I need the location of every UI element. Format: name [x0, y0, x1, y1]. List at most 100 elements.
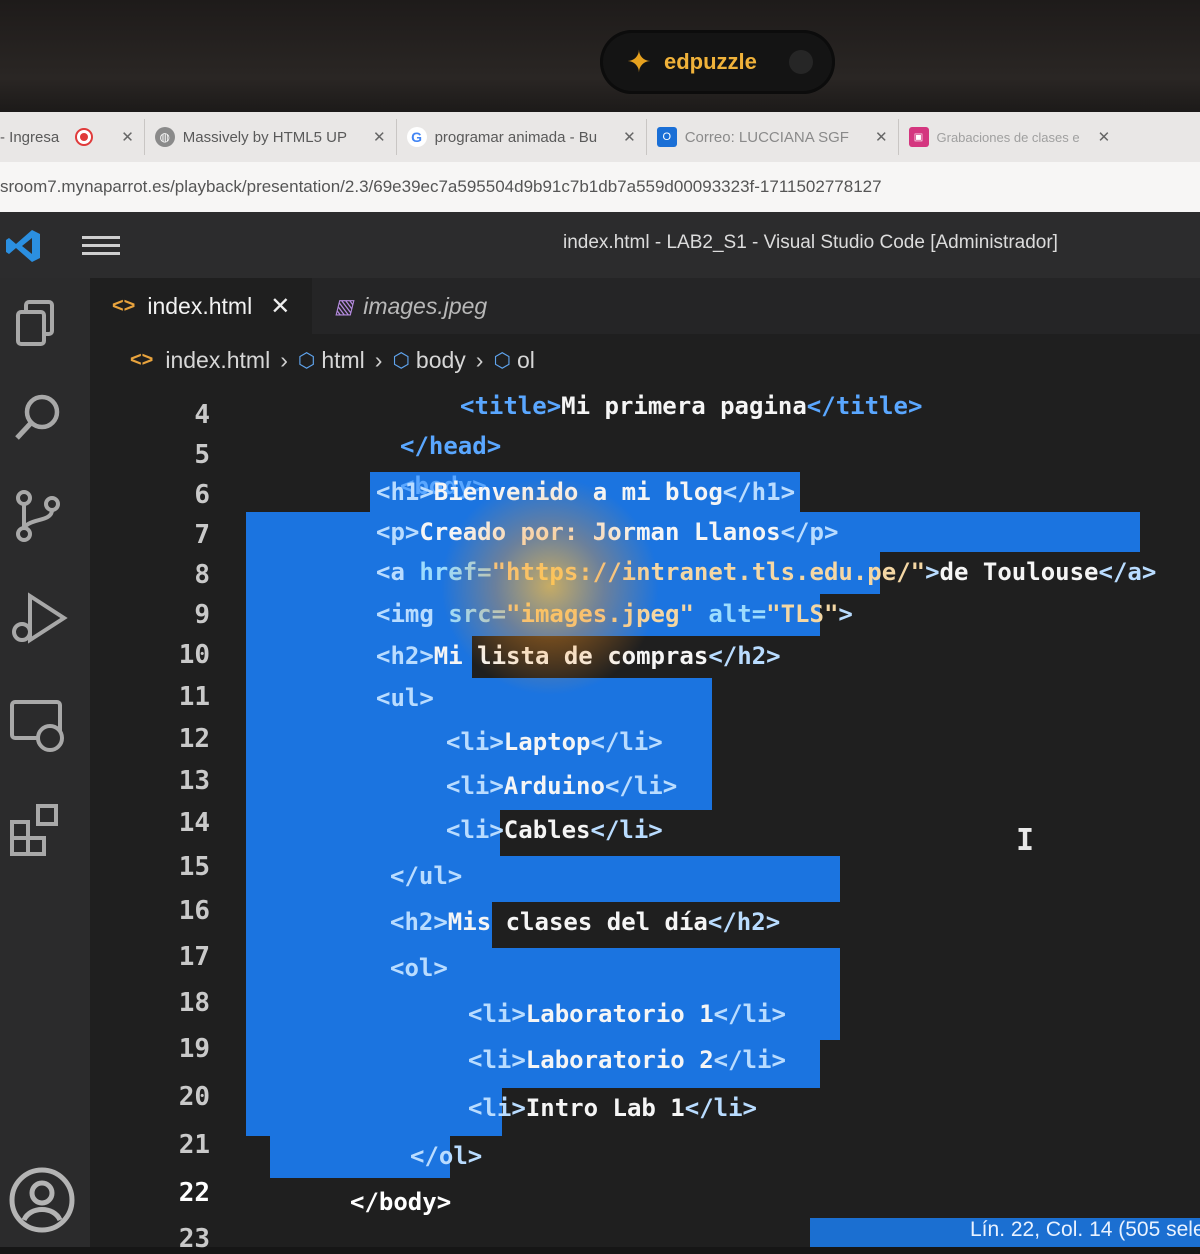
address-bar[interactable]: sroom7.mynaparrot.es/playback/presentati…	[0, 162, 1200, 212]
code-token: </h2>	[707, 908, 781, 936]
element-cube-icon: ⬡	[493, 349, 511, 372]
line-number: 6	[194, 480, 210, 510]
close-icon[interactable]: ✕	[121, 128, 134, 146]
code-token: Laboratorio 2	[525, 1046, 714, 1074]
html-file-icon: <>	[130, 348, 154, 371]
window-title: index.html - LAB2_S1 - Visual Studio Cod…	[563, 232, 1058, 253]
line-number: 17	[178, 942, 210, 972]
code-token: Arduino	[503, 772, 605, 800]
line-number-gutter: 4 5 6 7 8 9 10 11 12 13 14 15 16 17 18 1…	[90, 386, 230, 1254]
vscode-logo-icon	[4, 228, 42, 264]
line-number: 9	[194, 600, 210, 630]
selection-highlight	[246, 678, 712, 722]
image-file-icon: ▧	[334, 295, 354, 318]
mouse-ibeam-cursor-icon: I	[1016, 823, 1035, 858]
code-token: </h1>	[722, 478, 796, 506]
line-number: 13	[178, 766, 210, 796]
close-icon[interactable]: ✕	[623, 128, 636, 146]
browser-tab[interactable]: G programar animada - Bu ✕	[397, 119, 647, 155]
line-number: 4	[194, 400, 210, 430]
breadcrumb-item[interactable]: body	[416, 347, 466, 374]
line-number: 18	[178, 988, 210, 1018]
editor-tab-label: images.jpeg	[363, 292, 488, 319]
line-number: 19	[178, 1034, 210, 1064]
hamburger-menu-icon[interactable]	[82, 236, 120, 258]
browser-tab[interactable]: O Correo: LUCCIANA SGF ✕	[647, 119, 899, 155]
code-token: <li>	[446, 772, 504, 800]
code-editor[interactable]: <title>Mi primera pagina</title> </head>…	[240, 386, 1200, 1247]
browser-tab-label: Correo: LUCCIANA SGF	[684, 128, 849, 146]
code-token: </title>	[806, 392, 923, 420]
code-token: "TLS"	[766, 600, 839, 628]
code-token: Intro Lab 1	[525, 1094, 685, 1122]
breadcrumb: <> index.html › ⬡ html › ⬡ body › ⬡ ol	[130, 340, 535, 380]
line-number: 12	[178, 724, 210, 754]
line-number: 20	[178, 1082, 210, 1112]
edpuzzle-label: edpuzzle	[664, 49, 757, 74]
editor-tab-images[interactable]: ▧ images.jpeg	[312, 278, 509, 334]
breadcrumb-item[interactable]: ol	[517, 347, 535, 374]
remote-explorer-icon[interactable]	[8, 696, 68, 756]
extensions-icon[interactable]	[8, 800, 68, 860]
element-cube-icon: ⬡	[392, 349, 410, 372]
code-line-19: <li>Laboratorio 1</li>	[468, 1000, 786, 1028]
code-token: <li>	[468, 1094, 526, 1122]
breadcrumb-item[interactable]: index.html	[165, 347, 270, 374]
code-line-23: </body>	[350, 1188, 452, 1216]
line-number: 23	[178, 1224, 210, 1254]
code-token: Laboratorio 1	[525, 1000, 714, 1028]
close-icon[interactable]: ✕	[373, 128, 386, 146]
code-line-13: <li>Laptop</li>	[446, 728, 663, 756]
code-line-22: </ol>	[410, 1142, 483, 1170]
selection-highlight	[246, 856, 840, 902]
outlook-icon: O	[656, 127, 677, 147]
line-number: 5	[194, 440, 210, 470]
explorer-icon[interactable]	[8, 296, 68, 356]
search-icon[interactable]	[8, 390, 68, 450]
recordings-icon: ▣	[908, 127, 929, 147]
line-number: 14	[178, 808, 210, 838]
close-icon[interactable]: ✕	[875, 128, 888, 146]
line-number: 16	[178, 896, 210, 926]
run-debug-icon[interactable]	[8, 588, 68, 648]
breadcrumb-item[interactable]: html	[321, 347, 364, 374]
code-line-18: <ol>	[390, 954, 448, 982]
browser-tab[interactable]: ◍ Massively by HTML5 UP ✕	[145, 119, 397, 155]
code-token: </li>	[590, 728, 663, 756]
close-icon[interactable]: ✕	[1098, 128, 1111, 146]
code-token: <h2>	[390, 908, 448, 936]
browser-tab-label: Grabaciones de clases e	[936, 129, 1080, 145]
line-number: 11	[178, 682, 210, 712]
html-file-icon: <>	[112, 294, 136, 317]
close-icon[interactable]: ✕	[270, 292, 290, 321]
code-token: <li>	[446, 728, 504, 756]
code-token: <title>	[460, 392, 562, 420]
source-control-icon[interactable]	[8, 488, 68, 548]
browser-tab[interactable]: - Ingresa ✕	[0, 119, 145, 155]
vscode-title-bar: index.html - LAB2_S1 - Visual Studio Cod…	[0, 212, 1200, 278]
code-token: </h2>	[708, 642, 781, 670]
line-number: 10	[178, 640, 210, 670]
selection-highlight	[246, 1088, 502, 1136]
code-token: </li>	[604, 772, 678, 800]
light-glare	[440, 476, 660, 696]
browser-tab[interactable]: ▣ Grabaciones de clases e ✕	[899, 119, 1121, 155]
editor-tab-index[interactable]: <> index.html ✕	[90, 278, 313, 334]
edpuzzle-logo-icon: ✦	[626, 44, 652, 80]
code-line-21: <li>Intro Lab 1</li>	[468, 1094, 757, 1122]
browser-tab-label: - Ingresa	[0, 128, 60, 146]
code-token: </li>	[713, 1000, 786, 1028]
editor-tab-label: index.html	[147, 292, 253, 319]
code-token: <p>	[376, 518, 420, 546]
code-line-5: </head>	[400, 432, 502, 460]
edpuzzle-badge: ✦ edpuzzle	[600, 30, 835, 94]
account-icon[interactable]	[8, 1166, 75, 1233]
code-token: >	[838, 600, 853, 628]
line-number: 21	[178, 1130, 210, 1160]
browser-tab-label: programar animada - Bu	[434, 128, 598, 146]
globe-icon: ◍	[154, 127, 175, 147]
cursor-position-status[interactable]: Lín. 22, Col. 14 (505 sele	[970, 1218, 1200, 1241]
code-line-16: </ul>	[390, 862, 463, 890]
code-token: <li>	[468, 1046, 526, 1074]
selection-highlight	[246, 948, 840, 994]
